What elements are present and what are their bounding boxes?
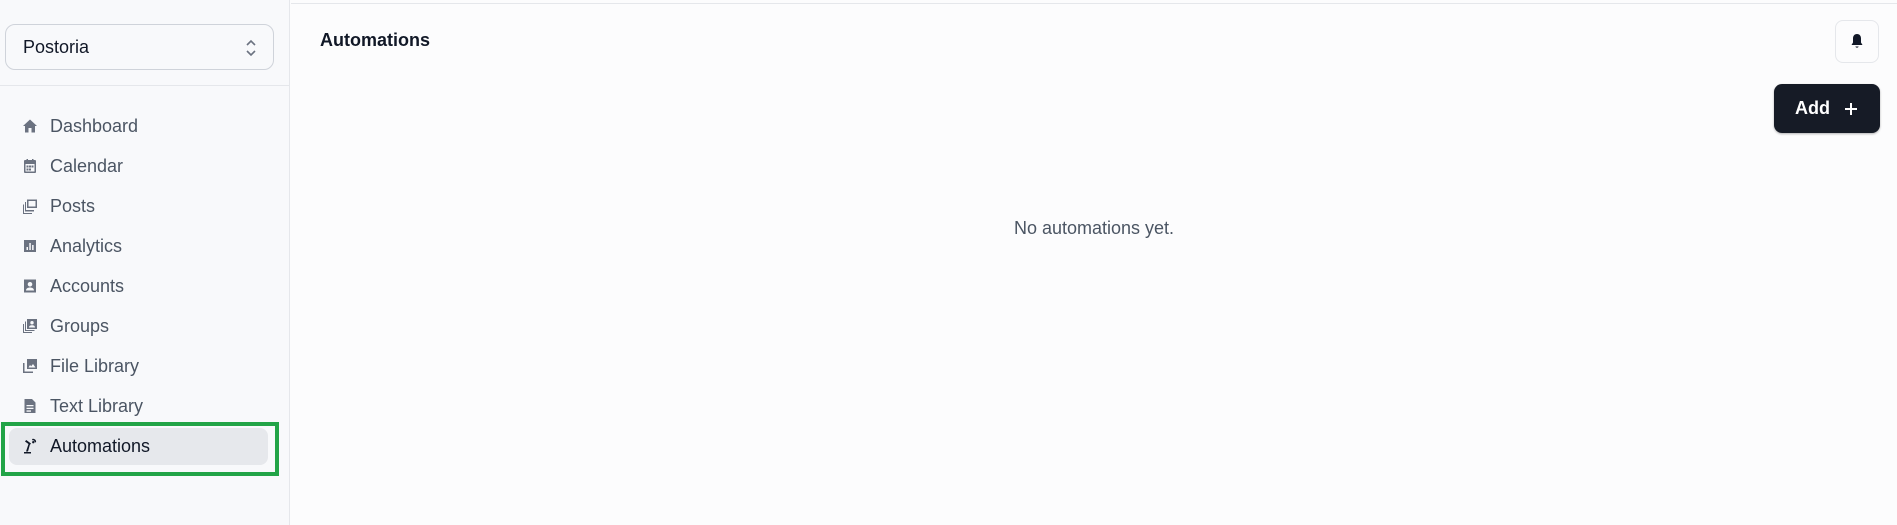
sidebar-item-posts[interactable]: Posts — [0, 186, 290, 226]
add-automation-button[interactable]: Add — [1774, 84, 1880, 133]
sidebar-item-groups[interactable]: Groups — [0, 306, 290, 346]
organization-select-value: Postoria — [23, 36, 90, 57]
sidebar-item-calendar[interactable]: Calendar — [0, 146, 290, 186]
page-title: Automations — [320, 30, 430, 50]
home-icon — [21, 117, 39, 135]
sidebar-item-text-library[interactable]: Text Library — [0, 386, 290, 426]
main-content: Automations Add No automations yet. — [291, 0, 1897, 525]
sidebar-item-label: Accounts — [50, 275, 125, 296]
top-divider — [291, 3, 1897, 4]
automations-icon — [21, 437, 39, 455]
chevron-up-down-icon — [246, 39, 256, 57]
sidebar-item-accounts[interactable]: Accounts — [0, 266, 290, 306]
sidebar-item-label: Text Library — [50, 395, 144, 416]
sidebar-item-label: Calendar — [50, 155, 124, 176]
sidebar-item-file-library[interactable]: File Library — [0, 346, 290, 386]
text-library-icon — [21, 397, 39, 415]
plus-icon — [1845, 102, 1857, 115]
sidebar-item-label: Analytics — [50, 235, 123, 256]
add-button-label: Add — [1795, 98, 1830, 118]
sidebar-item-label: Posts — [50, 195, 96, 216]
sidebar-item-dashboard[interactable]: Dashboard — [0, 106, 290, 146]
calendar-icon — [21, 157, 39, 175]
sidebar-item-label: File Library — [50, 355, 140, 376]
sidebar-item-automations[interactable]: Automations — [0, 426, 290, 466]
sidebar-item-analytics[interactable]: Analytics — [0, 226, 290, 266]
sidebar-item-label: Dashboard — [50, 115, 139, 136]
sidebar: Postoria Dashboard Calendar Posts Analyt… — [0, 0, 290, 525]
notifications-button[interactable] — [1835, 20, 1879, 63]
bell-icon — [1851, 34, 1863, 48]
empty-state-message: No automations yet. — [1013, 218, 1175, 238]
sidebar-nav: Dashboard Calendar Posts Analytics Accou… — [0, 106, 290, 466]
analytics-icon — [21, 237, 39, 255]
sidebar-item-label: Automations — [50, 435, 151, 456]
sidebar-item-label: Groups — [50, 315, 110, 336]
organization-select[interactable]: Postoria — [5, 24, 274, 70]
file-library-icon — [21, 357, 39, 375]
groups-icon — [21, 317, 39, 335]
sidebar-divider — [0, 85, 290, 86]
accounts-icon — [21, 277, 39, 295]
posts-icon — [21, 197, 39, 215]
